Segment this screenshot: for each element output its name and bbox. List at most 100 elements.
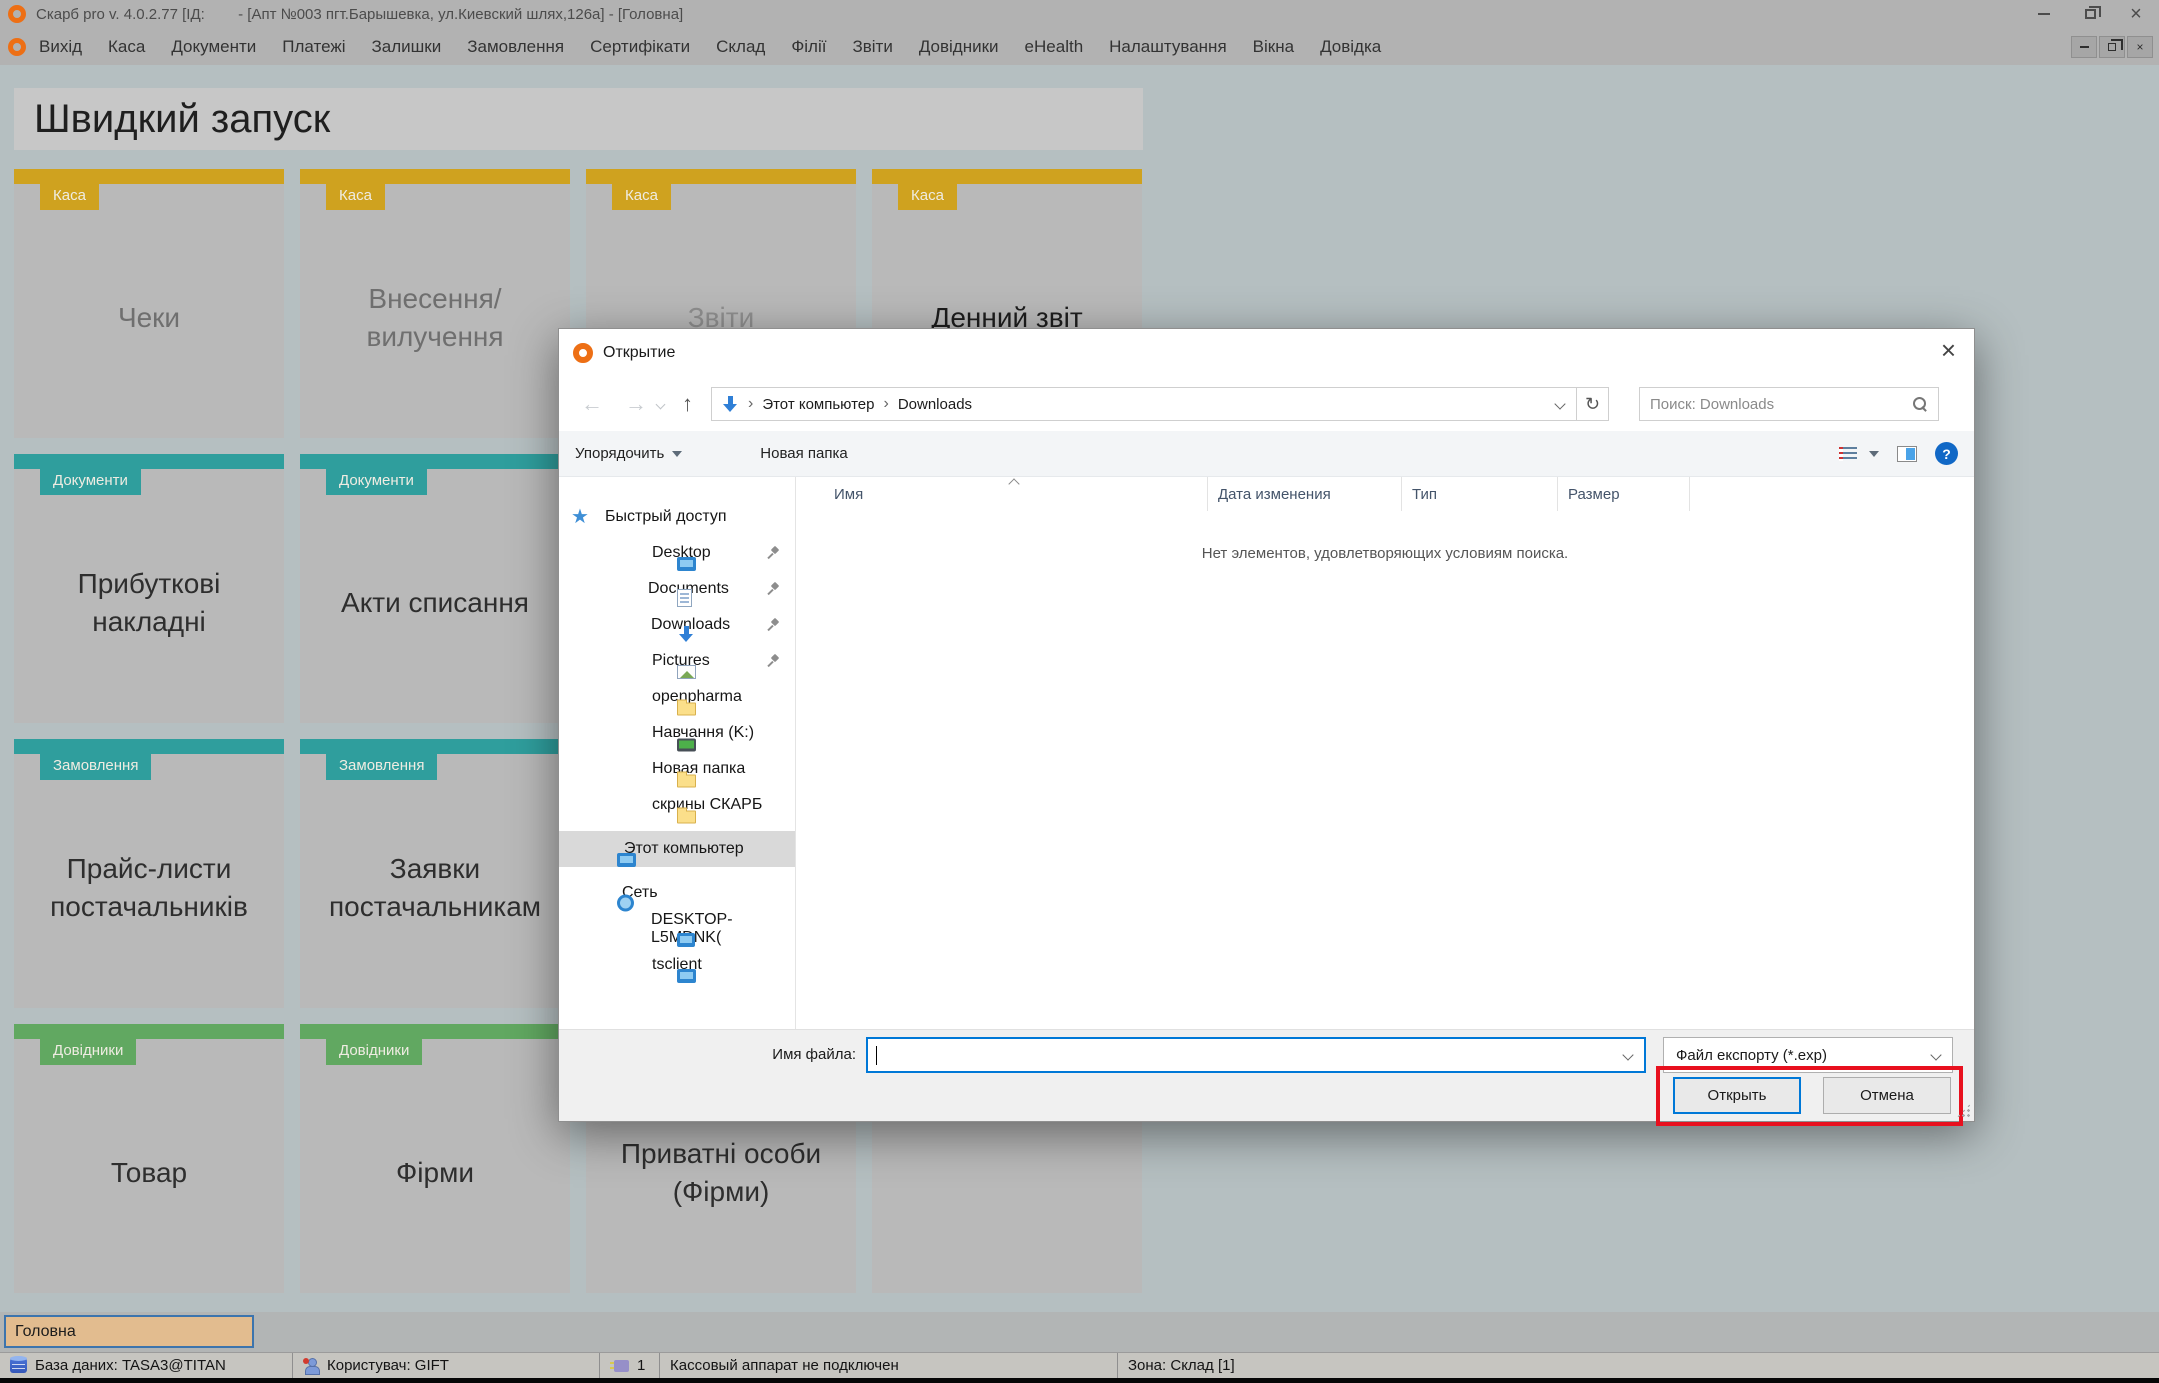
bottom-tab-strip: Головна [0,1312,2159,1352]
text-caret [876,1046,877,1065]
sidebar-item-openpharma[interactable]: openpharma [559,679,795,715]
tile-firmy[interactable]: Довідники Фірми [300,1024,570,1293]
menu-bar: Вихід Каса Документи Платежі Залишки Зам… [0,28,2159,65]
user-status-dot [303,1358,309,1364]
sidebar-item-quick-access[interactable]: ★ Быстрый доступ [559,499,795,535]
refresh-button[interactable]: ↻ [1576,388,1608,420]
status-user: Користувач: GIFT [293,1353,600,1378]
search-input[interactable]: Поиск: Downloads [1639,387,1939,421]
menu-item-platezhi[interactable]: Платежі [269,37,358,57]
menu-item-ehealth[interactable]: eHealth [1012,37,1097,57]
menu-item-dovidka[interactable]: Довідка [1307,37,1394,57]
address-bar[interactable]: › Этот компьютер › Downloads ↻ [711,387,1609,421]
filename-dropdown-chevron-icon[interactable] [1622,1049,1633,1060]
back-button[interactable]: ← [581,393,603,415]
sort-ascending-icon [1008,478,1019,489]
recent-locations-chevron-icon[interactable] [656,399,666,409]
dialog-titlebar: Открытие × [559,329,1974,377]
tile-bar [14,1024,284,1039]
menu-item-nalashtuvannia[interactable]: Налаштування [1096,37,1240,57]
open-button[interactable]: Открыть [1673,1077,1801,1114]
sidebar-item-skriny-skarb[interactable]: скрины СКАРБ [559,787,795,823]
minimize-icon [2038,13,2050,15]
close-button[interactable]: × [2113,0,2159,28]
pin-icon [765,546,779,560]
breadcrumb-separator: › [884,395,889,413]
menu-item-dokumenty[interactable]: Документи [158,37,269,57]
mdi-restore-icon [2108,43,2116,51]
filetype-select[interactable]: Файл експорту (*.exp) [1663,1037,1953,1073]
menu-item-zamovlennia[interactable]: Замовлення [454,37,577,57]
address-dropdown-chevron-icon[interactable] [1554,398,1565,409]
sidebar-item-new-folder[interactable]: Новая папка [559,751,795,787]
organize-button[interactable]: Упорядочить [575,445,664,462]
restore-button[interactable] [2067,0,2113,28]
computer-icon [617,853,636,867]
sidebar-item-navchannia-drive[interactable]: Навчання (K:) [559,715,795,751]
menu-item-vikna[interactable]: Вікна [1240,37,1307,57]
list-view-icon[interactable] [1839,447,1857,461]
pin-icon [765,618,779,632]
minimize-button[interactable] [2021,0,2067,28]
sidebar-item-desktop-l5mdnk[interactable]: DESKTOP-L5MDNK( [559,911,795,947]
tile-vnesennia[interactable]: Каса Внесення/вилучення [300,169,570,438]
column-header-date[interactable]: Дата изменения [1208,477,1402,511]
sidebar-item-network[interactable]: Сеть [559,875,795,911]
tile-prais-lysty[interactable]: Замовлення Прайс-листи постачальників [14,739,284,1008]
new-folder-button[interactable]: Новая папка [760,445,847,462]
preview-pane-icon[interactable] [1897,446,1917,462]
organize-dropdown-icon [672,451,682,457]
tile-prybutkovi-nakladni[interactable]: Документи Прибуткові накладні [14,454,284,723]
tile-akty-spysannia[interactable]: Документи Акти списання [300,454,570,723]
computer-icon [677,933,695,947]
breadcrumb-this-pc[interactable]: Этот компьютер [762,396,874,413]
quick-launch-header: Швидкий запуск [14,88,1143,150]
mdi-restore-button[interactable] [2099,36,2125,58]
computer-icon [677,969,696,983]
menu-item-sklad[interactable]: Склад [703,37,778,57]
sidebar-item-this-pc[interactable]: Этот компьютер [559,831,795,867]
column-header-name[interactable]: Имя [796,477,1208,511]
sidebar-item-pictures[interactable]: Pictures [559,643,795,679]
tile-tovar[interactable]: Довідники Товар [14,1024,284,1293]
sidebar-item-documents[interactable]: Documents [559,571,795,607]
cancel-button[interactable]: Отмена [1823,1077,1951,1114]
up-button[interactable]: ↑ [682,393,693,415]
tile-label: Фірми [310,1062,560,1283]
menu-item-sertyfikaty[interactable]: Сертифікати [577,37,703,57]
menu-item-vykhid[interactable]: Вихід [26,37,95,57]
status-bar: База даних: TASA3@TITAN Користувач: GIFT… [0,1352,2159,1378]
mdi-close-button[interactable]: × [2127,36,2153,58]
sidebar-item-downloads[interactable]: Downloads [559,607,795,643]
sidebar-label: Навчання (K:) [652,724,754,742]
download-arrow-icon [677,625,695,643]
column-header-size[interactable]: Размер [1558,477,1690,511]
menu-item-kasa[interactable]: Каса [95,37,158,57]
menu-item-filii[interactable]: Філії [778,37,839,57]
mdi-minimize-button[interactable] [2071,36,2097,58]
tile-cheky[interactable]: Каса Чеки [14,169,284,438]
tab-holovna[interactable]: Головна [4,1315,254,1348]
menu-item-zvity[interactable]: Звіти [839,37,905,57]
sidebar-item-desktop[interactable]: Desktop [559,535,795,571]
forward-button[interactable]: → [625,393,647,415]
network-drive-icon [677,738,696,751]
view-dropdown-icon[interactable] [1869,451,1879,457]
tile-zaiavky[interactable]: Замовлення Заявки постачальникам [300,739,570,1008]
status-database: База даних: TASA3@TITAN [0,1353,293,1378]
filename-input[interactable] [866,1037,1646,1073]
menu-item-zalyshky[interactable]: Залишки [359,37,455,57]
breadcrumb-downloads[interactable]: Downloads [898,396,972,413]
column-header-type[interactable]: Тип [1402,477,1558,511]
filetype-chevron-icon [1930,1049,1941,1060]
sidebar-item-tsclient[interactable]: tsclient [559,947,795,983]
page-title: Швидкий запуск [34,97,330,142]
column-label: Дата изменения [1218,486,1331,503]
picture-icon [677,665,696,679]
dialog-close-button[interactable]: × [1941,337,1956,363]
tile-bar [872,169,1142,184]
menu-item-dovidnyky[interactable]: Довідники [906,37,1012,57]
folder-icon [677,774,696,787]
status-connections: 1 [600,1353,660,1378]
help-icon[interactable]: ? [1935,442,1958,465]
